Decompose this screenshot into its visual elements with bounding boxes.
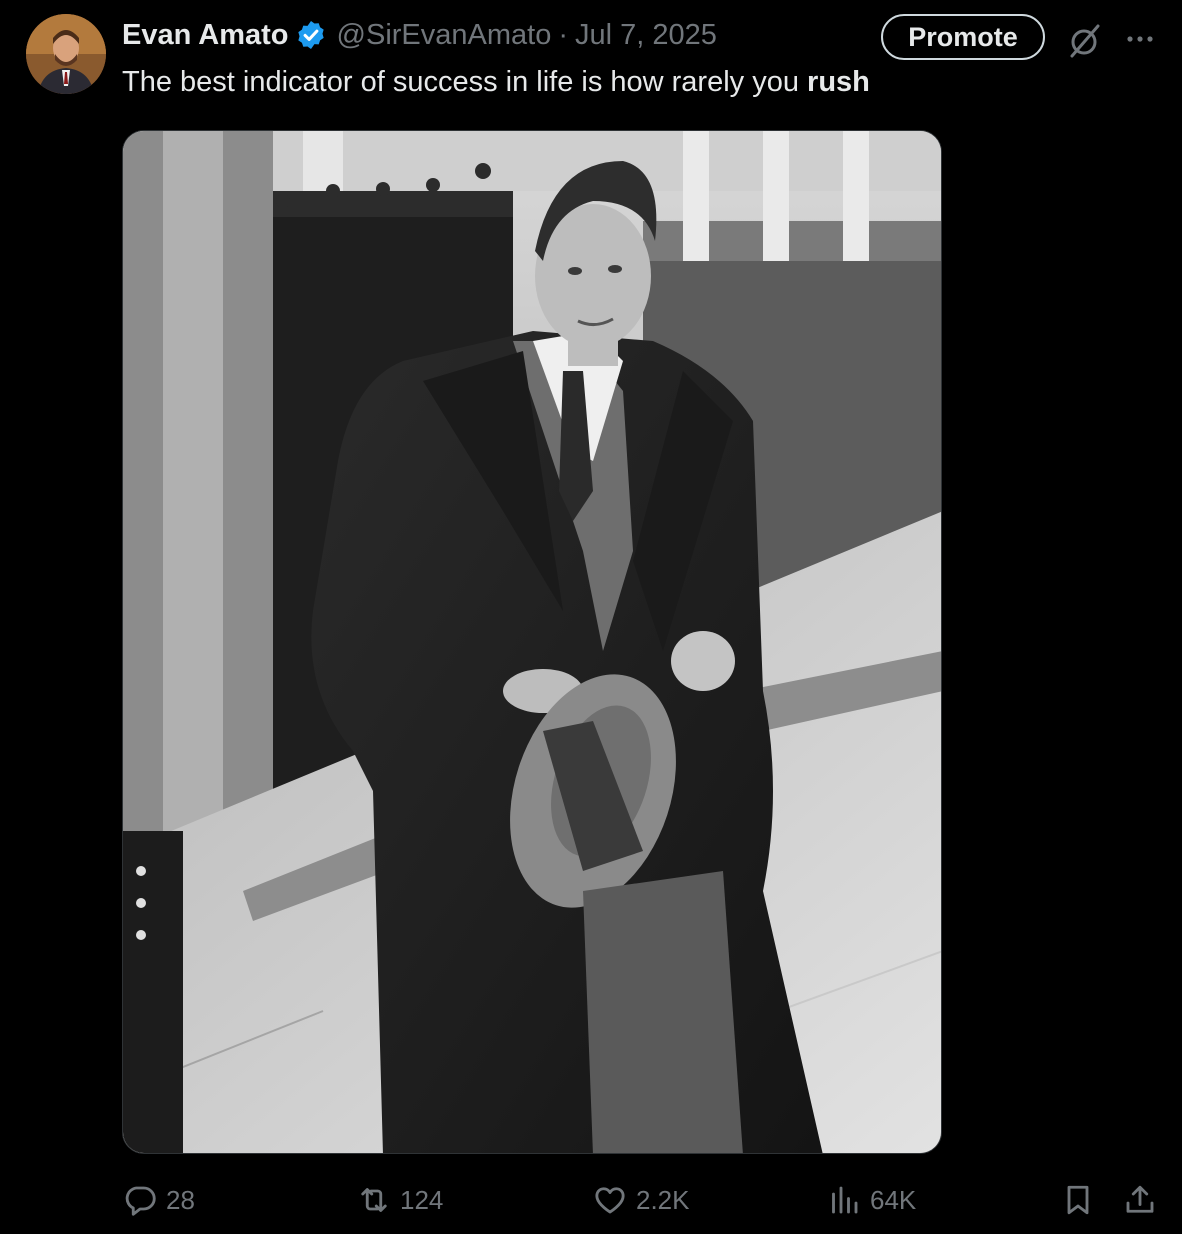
photo-illustration bbox=[123, 131, 941, 1153]
avatar[interactable] bbox=[26, 14, 106, 94]
post-header: Evan Amato @SirEvanAmato · Jul 7, 2025 bbox=[122, 14, 717, 56]
repost-button[interactable]: 124 bbox=[356, 1174, 443, 1226]
bookmark-icon bbox=[1067, 1185, 1089, 1215]
post-text-bold: rush bbox=[807, 66, 870, 98]
reply-icon bbox=[125, 1186, 156, 1216]
more-icon[interactable] bbox=[1120, 26, 1160, 52]
bookmark-button[interactable] bbox=[1060, 1174, 1096, 1226]
separator-dot: · bbox=[558, 18, 568, 51]
verified-badge-icon[interactable] bbox=[295, 19, 327, 51]
reply-count: 28 bbox=[166, 1184, 195, 1215]
author-handle[interactable]: @SirEvanAmato bbox=[337, 19, 552, 52]
views-button[interactable]: 64K bbox=[826, 1174, 916, 1226]
post-actions-bar: 28 124 2.2K 64K bbox=[0, 1174, 1182, 1226]
reply-button[interactable]: 28 bbox=[122, 1174, 195, 1226]
post-text-regular: The best indicator of success in life is… bbox=[122, 66, 808, 98]
repost-count: 124 bbox=[400, 1184, 444, 1215]
post-media-image[interactable] bbox=[122, 130, 942, 1154]
like-count: 2.2K bbox=[636, 1184, 690, 1215]
views-icon bbox=[832, 1186, 858, 1214]
author-name[interactable]: Evan Amato bbox=[122, 19, 289, 52]
like-button[interactable]: 2.2K bbox=[592, 1174, 690, 1226]
post-text: The best indicator of success in life is… bbox=[122, 66, 870, 99]
post-date[interactable]: Jul 7, 2025 bbox=[575, 19, 717, 52]
avatar-image bbox=[26, 14, 106, 94]
views-count: 64K bbox=[870, 1184, 917, 1215]
share-button[interactable] bbox=[1122, 1174, 1158, 1226]
repost-icon bbox=[361, 1188, 387, 1212]
heart-icon bbox=[595, 1187, 625, 1214]
share-icon bbox=[1126, 1185, 1154, 1213]
grok-icon[interactable] bbox=[1066, 22, 1104, 60]
promote-button[interactable]: Promote bbox=[881, 14, 1045, 60]
